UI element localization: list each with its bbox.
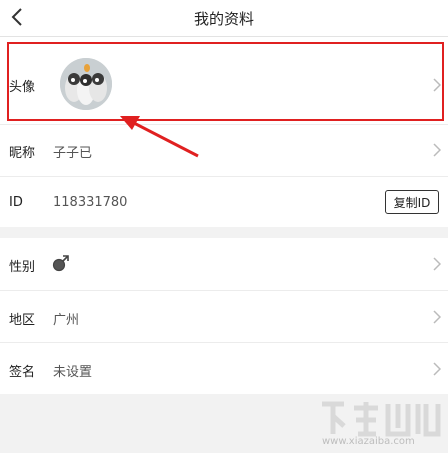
page-title: 我的资料 — [193, 10, 254, 28]
id-value: 118331780 — [53, 195, 128, 210]
id-label: ID — [9, 195, 23, 210]
region-value: 广州 — [53, 313, 80, 328]
chevron-right-icon — [433, 257, 441, 271]
region-label: 地区 — [9, 313, 36, 328]
signature-label: 签名 — [9, 365, 36, 380]
gender-row[interactable]: 性别 — [0, 238, 448, 290]
region-row[interactable]: 地区 广州 — [0, 291, 448, 342]
annotation-arrow-icon — [120, 116, 199, 158]
gender-label: 性别 — [9, 260, 36, 275]
highlight-box — [7, 42, 444, 121]
male-symbol-icon — [52, 255, 69, 272]
top-bar: 我的资料 — [0, 0, 448, 37]
signature-value: 未设置 — [53, 365, 93, 380]
id-row: ID 118331780 复制ID — [0, 177, 448, 227]
chevron-right-icon — [433, 310, 441, 324]
chevron-right-icon — [433, 143, 441, 157]
watermark-text: www.xiazaiba.com — [322, 436, 415, 447]
nickname-value: 子子已 — [53, 146, 93, 161]
watermark-logo: www.xiazaiba.com — [318, 398, 442, 450]
copy-id-button[interactable]: 复制ID — [385, 190, 439, 214]
signature-row[interactable]: 签名 未设置 — [0, 343, 448, 394]
chevron-right-icon — [433, 362, 441, 376]
nickname-label: 昵称 — [9, 146, 36, 161]
nickname-row[interactable]: 昵称 子子已 — [0, 125, 448, 176]
